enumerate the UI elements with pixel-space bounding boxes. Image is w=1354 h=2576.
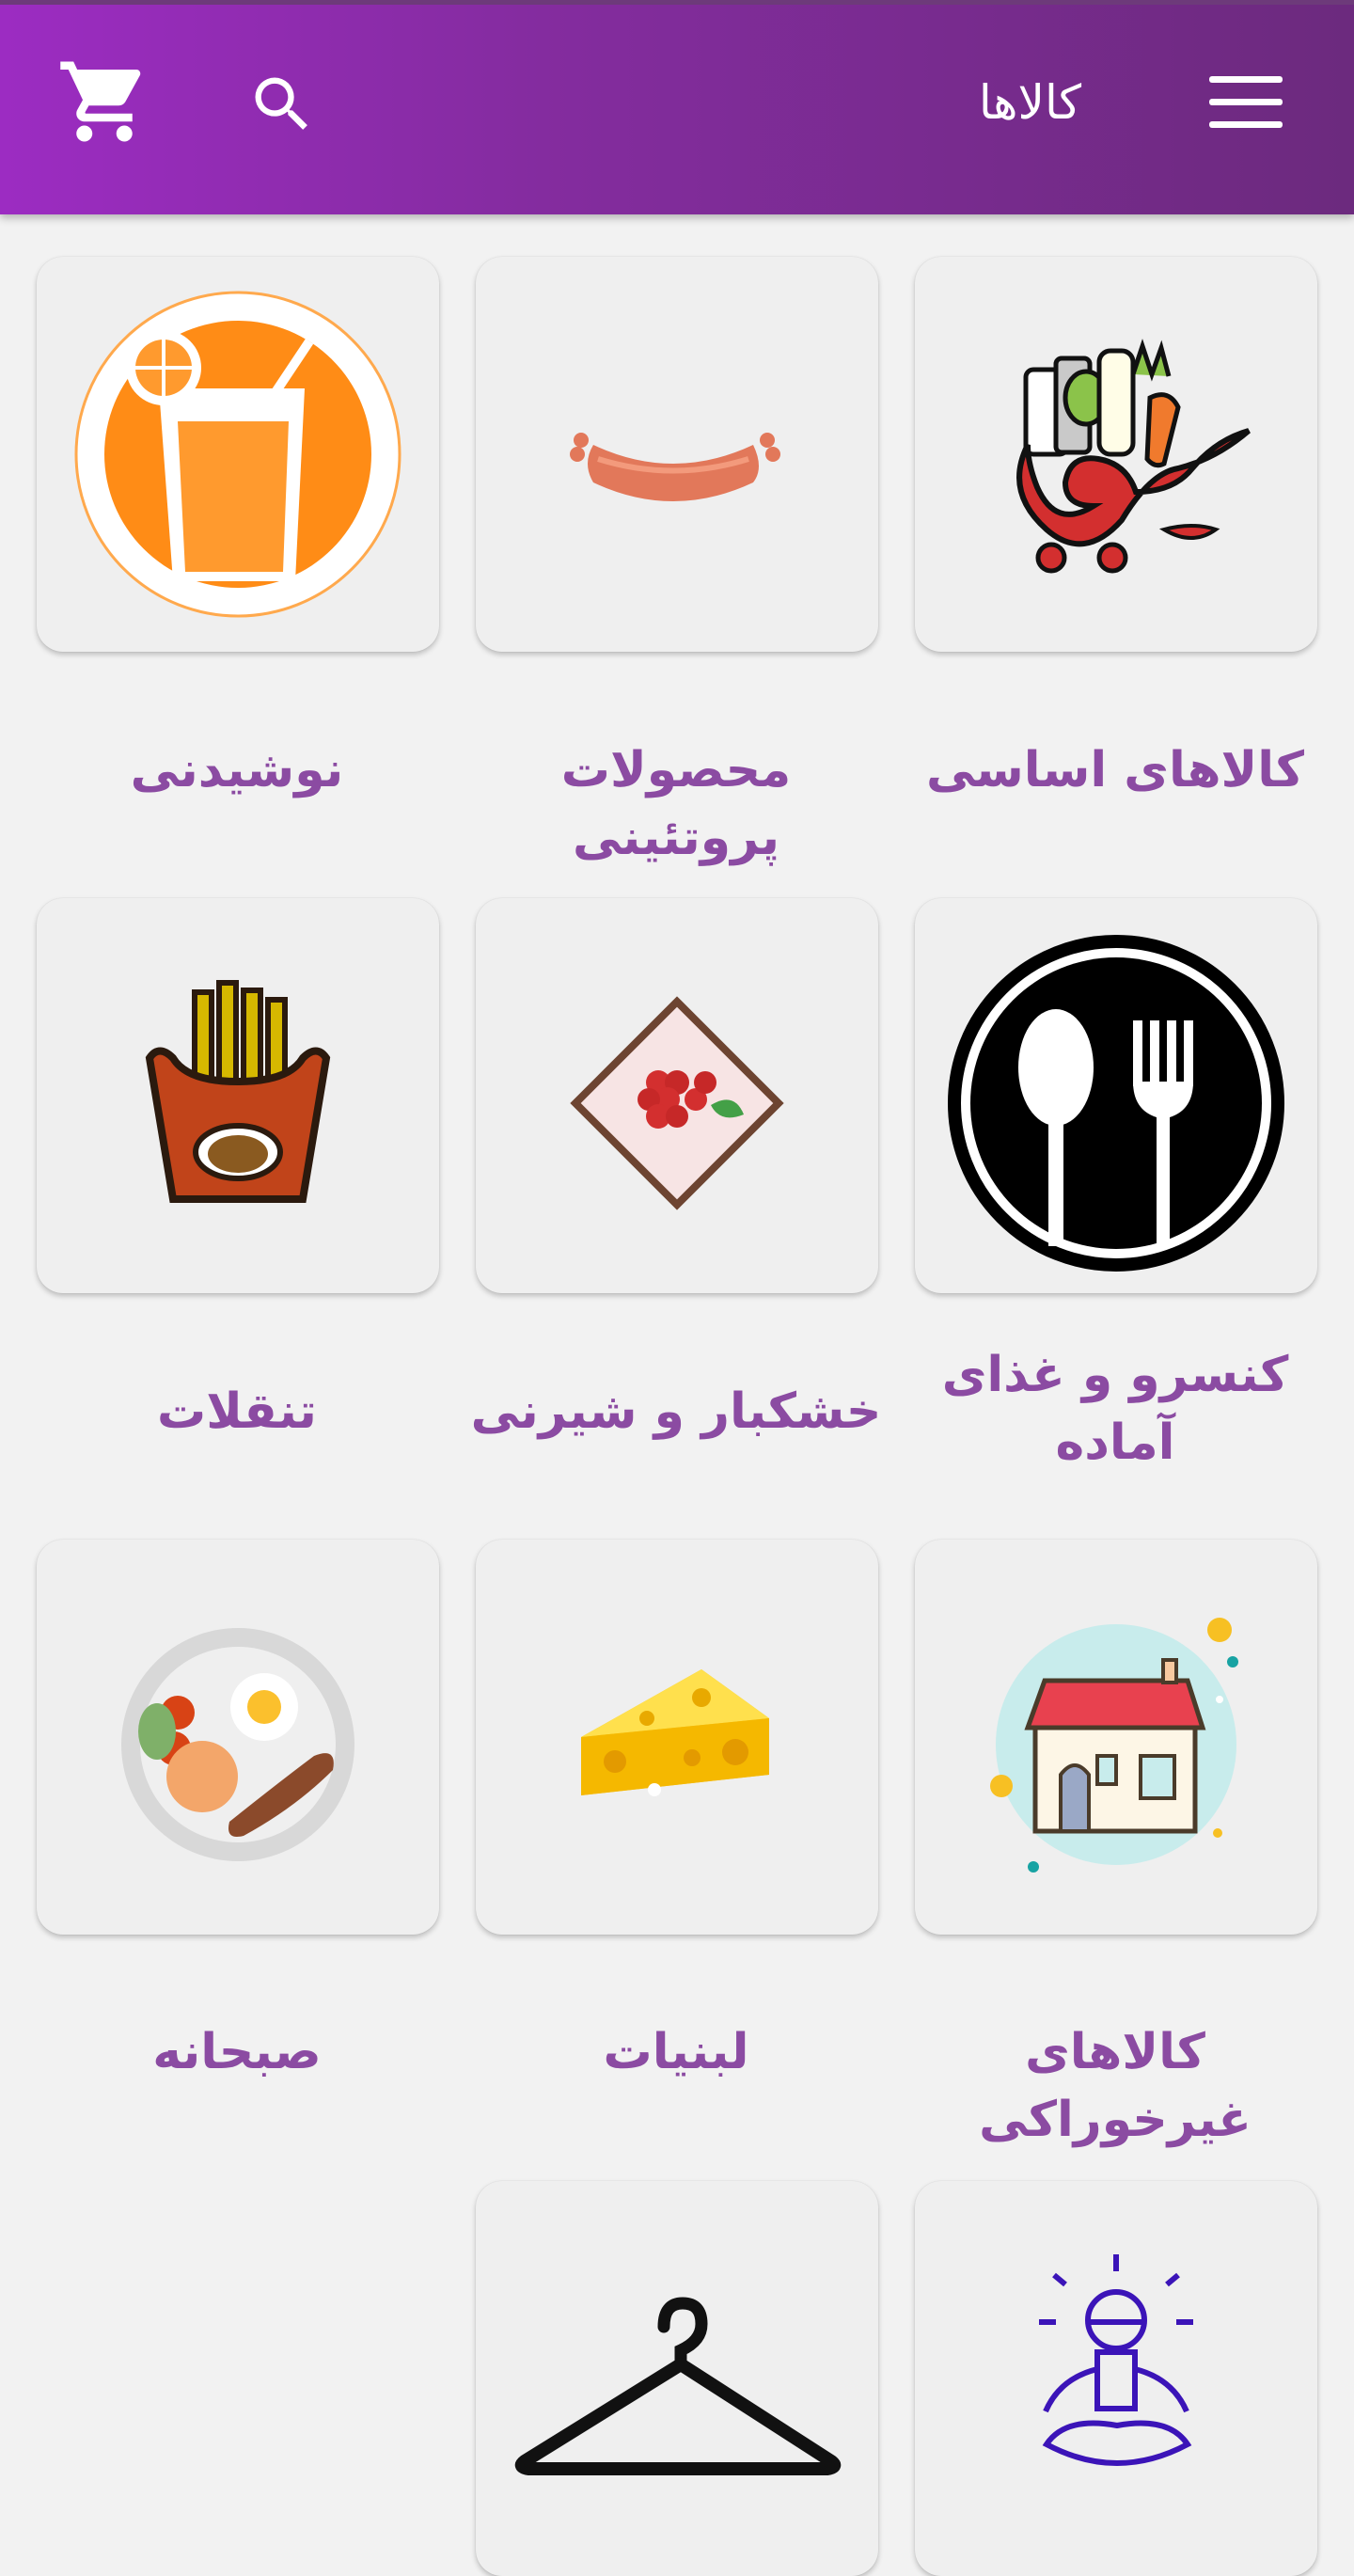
category-label-non-food: کالاهای غیرخوراکی bbox=[979, 2024, 1252, 2148]
category-tile-protein[interactable] bbox=[476, 257, 878, 652]
category-tile-canned[interactable] bbox=[915, 898, 1317, 1293]
category-label-protein: محصولات پروتئینی bbox=[560, 742, 792, 866]
category-tile-non-food[interactable] bbox=[915, 1540, 1317, 1935]
category-label-snacks: تنقلات bbox=[157, 1383, 317, 1440]
menu-icon[interactable] bbox=[1209, 74, 1284, 131]
category-tile-nuts-sweets[interactable] bbox=[476, 898, 878, 1293]
sausage-icon bbox=[570, 433, 780, 501]
category-tile-wellness[interactable] bbox=[915, 2181, 1317, 2576]
category-label-drinks: نوشیدنی bbox=[130, 742, 344, 798]
search-icon[interactable] bbox=[246, 69, 318, 140]
cart-icon[interactable] bbox=[56, 54, 152, 150]
cheese-icon bbox=[581, 1669, 769, 1796]
category-tile-dairy[interactable] bbox=[476, 1540, 878, 1935]
house-icon bbox=[990, 1618, 1238, 1873]
category-tile-staples[interactable] bbox=[915, 257, 1317, 652]
juice-glass-icon bbox=[74, 291, 401, 618]
grocery-basket-icon bbox=[1016, 339, 1251, 574]
category-label-breakfast: صبحانه bbox=[152, 2024, 322, 2080]
category-tile-snacks[interactable] bbox=[37, 898, 439, 1293]
app-bar: کالاها bbox=[0, 0, 1354, 214]
spoon-fork-icon bbox=[948, 935, 1284, 1272]
raspberry-pastry-icon bbox=[570, 996, 784, 1210]
meditation-icon bbox=[1039, 2254, 1193, 2466]
category-tile-drinks[interactable] bbox=[37, 257, 439, 652]
category-label-nuts-sweets: خشکبار و شیرنی bbox=[470, 1383, 882, 1440]
breakfast-plate-icon bbox=[121, 1628, 354, 1861]
page-title: کالاها bbox=[978, 75, 1081, 130]
category-label-dairy: لبنیات bbox=[603, 2024, 749, 2080]
hanger-icon bbox=[514, 2297, 842, 2475]
french-fries-icon bbox=[145, 980, 331, 1203]
category-label-staples: کالاهای اساسی bbox=[925, 742, 1305, 798]
category-tile-breakfast[interactable] bbox=[37, 1540, 439, 1935]
category-label-canned: کنسرو و غذای آماده bbox=[941, 1347, 1289, 1471]
category-tile-clothing[interactable] bbox=[476, 2181, 878, 2576]
